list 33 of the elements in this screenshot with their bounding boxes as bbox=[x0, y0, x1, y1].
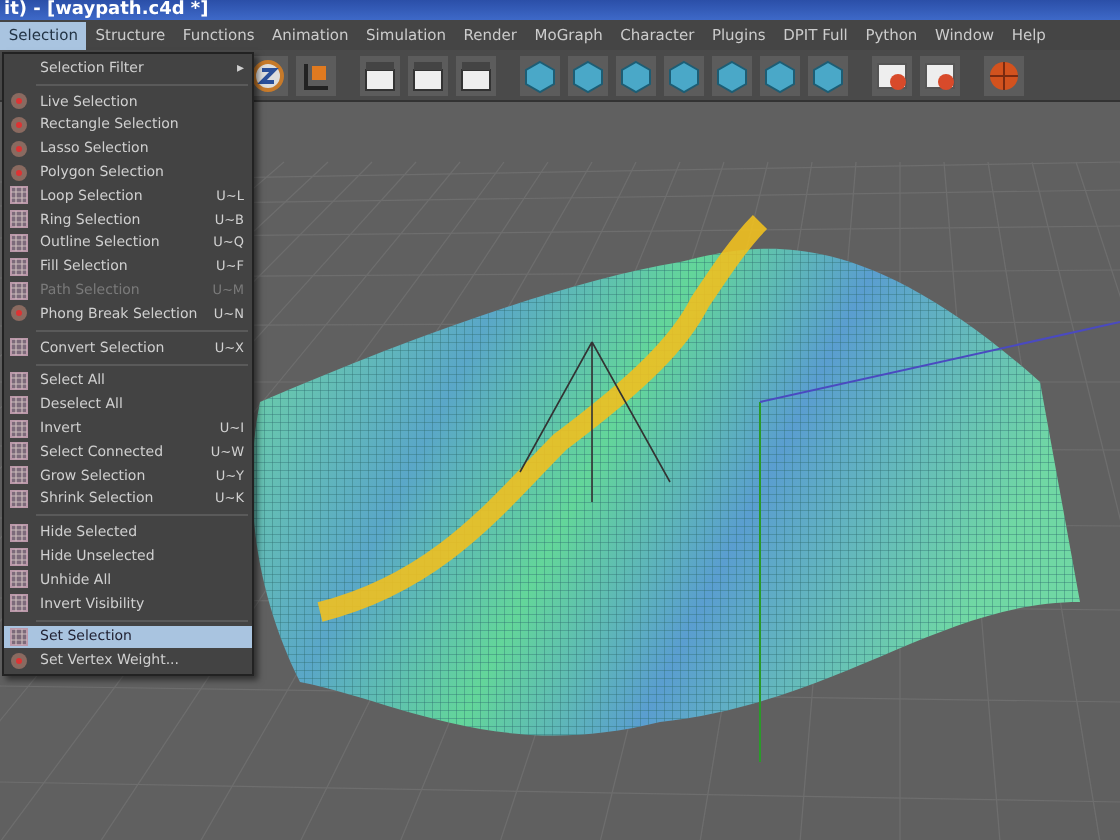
clapperboard-icon[interactable] bbox=[408, 55, 448, 95]
axis-tool-icon[interactable] bbox=[296, 55, 336, 95]
mesh-selection-icon bbox=[10, 419, 28, 438]
object-tool-icon[interactable] bbox=[520, 55, 560, 95]
mesh-selection-icon bbox=[10, 257, 28, 276]
clapperboard-icon[interactable] bbox=[456, 55, 496, 95]
mesh-selection-icon bbox=[10, 233, 28, 252]
clapperboard-icon[interactable] bbox=[360, 55, 400, 95]
mesh-selection-icon bbox=[10, 281, 28, 300]
mesh-selection-icon bbox=[10, 442, 28, 461]
selection-tool-icon bbox=[10, 651, 28, 670]
mesh-selection-icon bbox=[10, 338, 28, 357]
mesh-selection-icon bbox=[10, 627, 28, 646]
selection-tool-icon bbox=[10, 304, 28, 323]
object-tool-icon[interactable] bbox=[568, 55, 608, 95]
help-icon[interactable] bbox=[872, 55, 912, 95]
mesh-selection-icon bbox=[10, 570, 28, 589]
mesh-selection-icon bbox=[10, 466, 28, 485]
object-tool-icon[interactable] bbox=[712, 55, 752, 95]
mesh-selection-icon bbox=[10, 594, 28, 613]
mesh-selection-icon bbox=[10, 371, 28, 390]
mesh-selection-icon bbox=[10, 186, 28, 205]
mesh-selection-icon bbox=[10, 210, 28, 229]
object-tool-icon[interactable] bbox=[808, 55, 848, 95]
object-tool-icon[interactable] bbox=[760, 55, 800, 95]
object-tool-icon[interactable] bbox=[616, 55, 656, 95]
window-title: it) - [waypath.c4d *] bbox=[4, 0, 209, 20]
mesh-selection-icon bbox=[10, 547, 28, 566]
mesh-selection-icon bbox=[10, 489, 28, 508]
mesh-selection-icon bbox=[10, 523, 28, 542]
object-tool-icon[interactable] bbox=[664, 55, 704, 95]
mesh-selection-icon bbox=[10, 395, 28, 414]
help-icon[interactable] bbox=[920, 55, 960, 95]
